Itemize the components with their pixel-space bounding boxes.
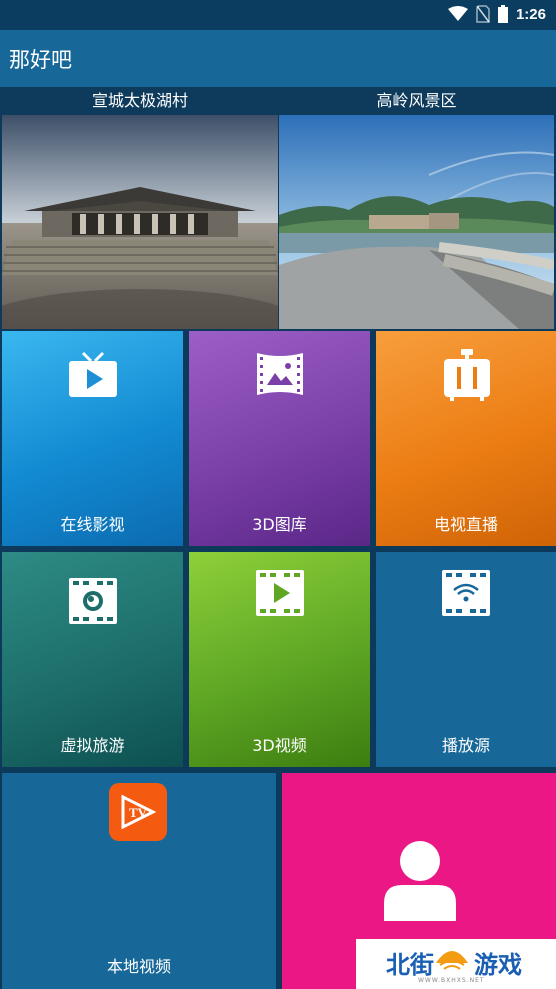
banner-gaoling[interactable]: 高岭风景区 — [279, 87, 554, 329]
wifi-icon — [447, 6, 468, 21]
tile-label: 播放源 — [441, 736, 490, 755]
no-sim-icon — [476, 5, 490, 23]
watermark-right-text: 游戏 — [474, 951, 522, 979]
tv-logo-text: TV — [129, 805, 148, 820]
tile-label: 3D视频 — [252, 736, 307, 755]
tile-3d-gallery[interactable]: 3D图库 — [189, 331, 370, 546]
tv-play-icon — [69, 351, 117, 397]
status-bar: 1:26 — [0, 0, 556, 30]
status-time: 1:26 — [515, 5, 546, 23]
film-globe-icon — [69, 578, 117, 624]
film-wifi-icon — [442, 570, 490, 616]
tv-logo-icon: TV — [109, 783, 167, 841]
banner-taiji-lake[interactable]: 宣城太极湖村 — [2, 87, 278, 329]
panorama-film-icon — [257, 353, 303, 395]
tile-label: 本地视频 — [106, 957, 171, 976]
app-title: 那好吧 — [9, 48, 72, 72]
panorama-hall-image — [2, 115, 278, 329]
watermark: 北街 游戏 WWW.BXHXS.NET — [356, 939, 556, 989]
tile-local-video[interactable]: TV 本地视频 — [2, 773, 276, 989]
watermark-url: WWW.BXHXS.NET — [418, 977, 485, 984]
banner-photo-road[interactable] — [279, 115, 554, 329]
tile-play-source[interactable]: 播放源 — [376, 552, 556, 767]
tile-3d-video[interactable]: 3D视频 — [189, 552, 370, 767]
user-icon — [384, 841, 456, 921]
tile-tv-live[interactable]: 电视直播 — [376, 331, 556, 546]
banner-caption: 宣城太极湖村 — [2, 87, 278, 115]
status-icons: 1:26 — [447, 5, 546, 23]
film-play-icon — [256, 570, 304, 616]
sun-logo-icon — [436, 951, 468, 970]
tile-label: 在线影视 — [60, 515, 125, 534]
banner-photo-hall[interactable] — [2, 115, 278, 329]
tile-virtual-tour[interactable]: 虚拟旅游 — [2, 552, 183, 767]
banner-caption: 高岭风景区 — [279, 87, 554, 115]
watermark-left-text: 北街 — [386, 951, 434, 979]
tile-label: 3D图库 — [252, 515, 307, 534]
tile-online-video[interactable]: 在线影视 — [2, 331, 183, 546]
suitcase-icon — [444, 349, 490, 401]
tile-label: 虚拟旅游 — [60, 736, 125, 755]
battery-icon — [497, 5, 508, 23]
panorama-road-image — [279, 115, 554, 329]
app-bar: 那好吧 — [0, 30, 556, 87]
tile-label: 电视直播 — [433, 515, 498, 534]
